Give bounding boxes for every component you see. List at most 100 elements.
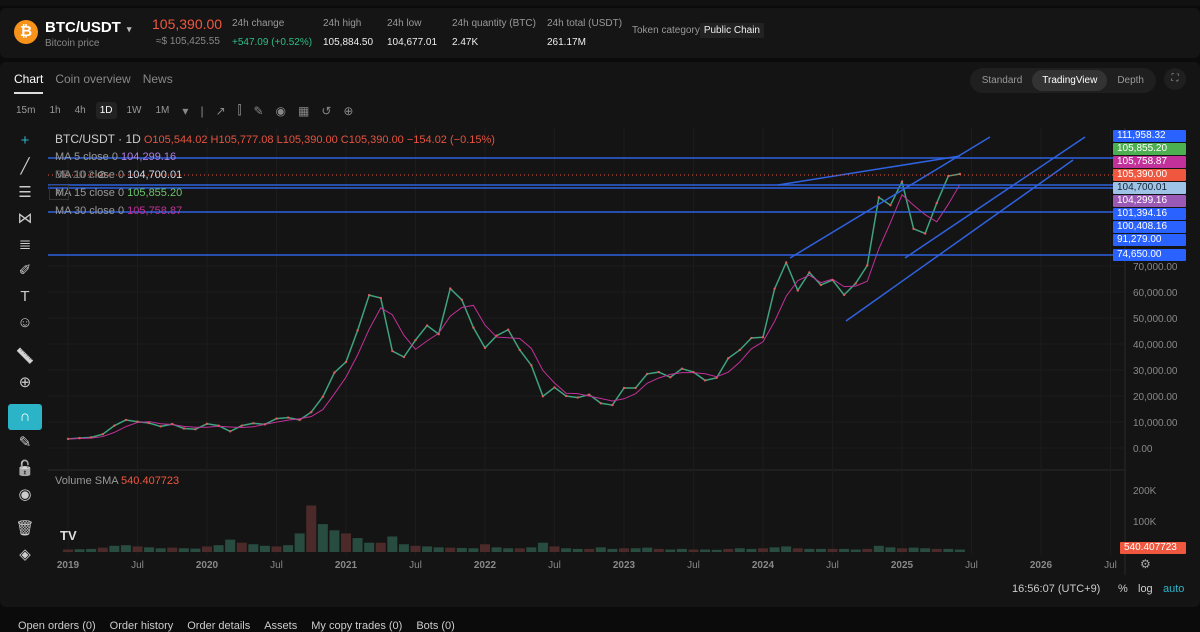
volume-bar	[908, 547, 919, 552]
x-tick: 2023	[613, 560, 636, 571]
price-point	[194, 428, 197, 431]
chart-legend: BTC/USDT · 1D O105,544.02 H105,777.08 L1…	[49, 130, 495, 217]
price-point	[310, 410, 313, 414]
volume-bar	[63, 549, 73, 552]
volume-bar	[827, 548, 838, 552]
price-point	[854, 282, 857, 285]
clock: 16:56:07 (UTC+9)	[1012, 583, 1101, 595]
price-point	[101, 433, 104, 436]
price-point	[530, 364, 533, 367]
price-point	[205, 422, 209, 426]
volume-bar	[283, 545, 294, 552]
volume-bar	[178, 548, 189, 552]
price-point	[113, 424, 116, 427]
price-point	[935, 201, 938, 205]
volume-legend: Volume SMA 540.407723	[55, 475, 179, 487]
bottom-tab[interactable]: Order history	[110, 620, 174, 632]
settings-icon[interactable]: ⚙	[1140, 557, 1151, 571]
volume-bar	[595, 547, 606, 552]
price-point	[506, 328, 510, 331]
price-tag: 105,390.00	[1113, 169, 1186, 181]
volume-bar	[653, 548, 664, 552]
volume-bar	[758, 548, 768, 552]
price-point	[414, 338, 417, 342]
price-tag: 101,394.16	[1113, 208, 1186, 220]
percent-toggle[interactable]: %	[1118, 583, 1128, 595]
volume-bar	[456, 547, 467, 552]
volume-bar	[561, 548, 572, 552]
price-tag: 100,408.16	[1113, 221, 1186, 233]
volume-bar	[375, 542, 386, 552]
volume-bar	[804, 548, 815, 552]
volume-bar	[190, 548, 201, 552]
volume-bar	[537, 542, 548, 552]
price-chart[interactable]: 2019 Jul 2020 Jul 2021 Jul 2022 Jul 2023 Jul 2024 J…	[0, 0, 1200, 627]
price-point	[715, 376, 718, 379]
x-tick: Jul	[548, 560, 561, 571]
price-point	[437, 332, 440, 336]
bottom-tab[interactable]: My copy trades (0)	[311, 620, 402, 632]
price-point	[703, 379, 707, 382]
price-tag: 105,855.20	[1113, 143, 1186, 155]
volume-bar	[584, 548, 595, 552]
price-point	[541, 395, 545, 398]
volume-bar	[943, 548, 954, 552]
volume-bar	[897, 548, 907, 552]
price-point	[738, 348, 742, 352]
volume-bar	[202, 546, 212, 552]
ma-value: 104,299.16	[121, 151, 177, 163]
volume-bar	[792, 548, 803, 552]
x-tick: 2026	[1030, 560, 1053, 571]
price-point	[831, 278, 834, 282]
volume-bar	[734, 548, 745, 552]
y-tick: 40,000.00	[1133, 340, 1178, 351]
volume-bar	[781, 546, 792, 552]
price-point	[344, 360, 348, 364]
y-tick: 60,000.00	[1133, 288, 1178, 299]
volume-bar	[317, 524, 328, 552]
x-tick: Jul	[270, 560, 283, 571]
x-tick: Jul	[687, 560, 700, 571]
x-tick: 2022	[474, 560, 497, 571]
volume-bar	[422, 546, 433, 552]
volume-bar	[665, 549, 676, 552]
log-toggle[interactable]: log	[1138, 583, 1153, 595]
volume-bar	[700, 549, 711, 552]
price-point	[391, 349, 394, 353]
price-point	[576, 396, 579, 399]
bottom-tab[interactable]: Bots (0)	[416, 620, 455, 632]
bottom-tab[interactable]: Open orders (0)	[18, 620, 96, 632]
volume-bar	[341, 533, 351, 552]
volume-bar	[850, 549, 861, 552]
x-tick: Jul	[1104, 560, 1117, 571]
price-tag: 91,279.00	[1113, 234, 1186, 246]
price-point	[171, 422, 174, 426]
bottom-tab[interactable]: Order details	[187, 620, 250, 632]
volume-bar	[132, 546, 143, 552]
volume-bar	[306, 505, 317, 552]
collapse-legend-button[interactable]: ˄	[49, 185, 69, 200]
price-point	[657, 370, 660, 374]
y-tick: 10,000.00	[1133, 418, 1178, 429]
price-point	[66, 437, 70, 441]
volume-bar	[480, 544, 490, 552]
volume-bar	[236, 542, 247, 552]
price-point	[321, 395, 325, 398]
price-point	[634, 386, 637, 390]
volume-bar	[97, 547, 108, 552]
auto-toggle[interactable]: auto	[1163, 583, 1184, 595]
ma-label: MA 30 close 0	[55, 205, 125, 217]
hidden-eye-icon[interactable]: ⊘	[97, 169, 106, 181]
y-tick: 30,000.00	[1133, 366, 1178, 377]
volume-bar	[271, 546, 282, 552]
price-point	[900, 180, 904, 183]
bottom-tab[interactable]: Assets	[264, 620, 297, 632]
ma-value: 105,758.87	[127, 205, 183, 217]
volume-tag: 540.407723	[1120, 542, 1186, 554]
price-point	[808, 271, 811, 274]
x-tick: 2021	[335, 560, 358, 571]
volume-bar	[74, 549, 85, 552]
price-point	[923, 232, 927, 235]
price-point	[669, 376, 672, 379]
volume-tick: 200K	[1133, 486, 1157, 497]
